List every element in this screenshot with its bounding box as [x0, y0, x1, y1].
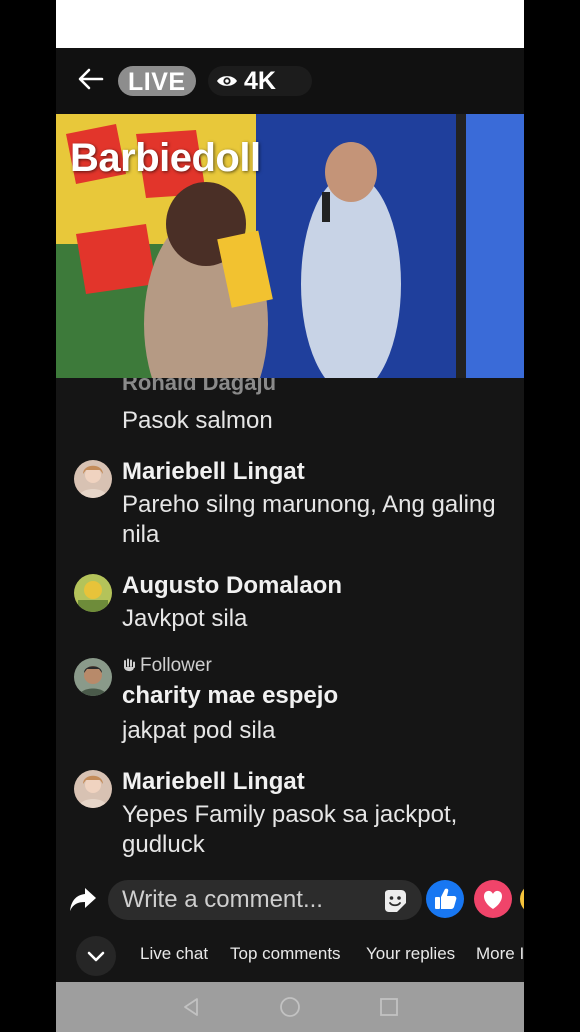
share-button[interactable]	[68, 884, 98, 914]
tab-top-comments[interactable]: Top comments	[230, 944, 341, 964]
love-reaction-button[interactable]	[474, 880, 512, 918]
follower-tag: Follower	[122, 655, 212, 677]
live-chat-list[interactable]: Ronald Dagaju Pasok salmon Mariebell Lin…	[56, 378, 524, 878]
live-header: LIVE 4K	[56, 48, 524, 114]
avatar[interactable]	[74, 574, 112, 612]
sticker-button[interactable]	[382, 888, 408, 914]
tab-more[interactable]: More I	[476, 944, 524, 964]
comment-author[interactable]: Mariebell Lingat	[122, 768, 305, 796]
like-reaction-button[interactable]	[426, 880, 464, 918]
system-nav-bar	[56, 982, 524, 1032]
avatar-image	[74, 574, 112, 612]
comment-composer	[56, 872, 524, 928]
tab-your-replies[interactable]: Your replies	[366, 944, 455, 964]
live-video[interactable]: Barbiedoll	[56, 114, 524, 378]
avatar[interactable]	[74, 770, 112, 808]
sticker-icon	[385, 890, 406, 912]
comment-author[interactable]: charity mae espejo	[122, 682, 338, 710]
comment-text: jakpat pod sila	[122, 717, 276, 744]
collapse-chat-button[interactable]	[76, 936, 116, 976]
comment-text: Pasok salmon	[122, 407, 273, 434]
comment-text: Javkpot sila	[122, 605, 248, 632]
back-button[interactable]	[74, 62, 108, 96]
heart-icon	[483, 890, 503, 909]
avatar-image	[74, 460, 112, 498]
more-reactions-button[interactable]	[520, 884, 524, 914]
live-badge: LIVE	[118, 66, 196, 96]
viewer-count-badge: 4K	[208, 66, 312, 96]
back-nav-icon[interactable]	[180, 996, 202, 1018]
avatar-image	[74, 658, 112, 696]
status-bar	[56, 0, 524, 48]
app-frame: LIVE 4K Barbiedoll Ronald Dagaju Pasok s…	[56, 0, 524, 1032]
eye-icon	[217, 76, 237, 86]
avatar[interactable]	[74, 658, 112, 696]
comment-text: Pareho silng marunong, Ang galing nila	[122, 491, 496, 548]
tab-live-chat[interactable]: Live chat	[140, 944, 208, 964]
comment-author[interactable]: Augusto Domalaon	[122, 572, 342, 600]
video-overlay-title: Barbiedoll	[70, 136, 261, 180]
follower-label: Follower	[140, 655, 212, 676]
avatar[interactable]	[74, 460, 112, 498]
recents-nav-icon[interactable]	[378, 996, 400, 1018]
comment-text: Yepes Family pasok sa jackpot, gudluck	[122, 801, 458, 858]
avatar-image	[74, 770, 112, 808]
chat-tabs: Live chat Top comments Your replies More…	[56, 928, 524, 982]
comment-author[interactable]: Mariebell Lingat	[122, 458, 305, 486]
arrow-left-icon	[78, 68, 104, 90]
share-icon	[70, 888, 96, 911]
thumbs-up-icon	[435, 888, 457, 909]
comment-input[interactable]	[108, 880, 422, 920]
chevron-down-icon	[87, 951, 105, 962]
hand-icon	[124, 658, 135, 672]
comment-author[interactable]: Ronald Dagaju	[122, 378, 276, 396]
home-nav-icon[interactable]	[278, 995, 302, 1019]
viewer-count: 4K	[244, 66, 276, 95]
